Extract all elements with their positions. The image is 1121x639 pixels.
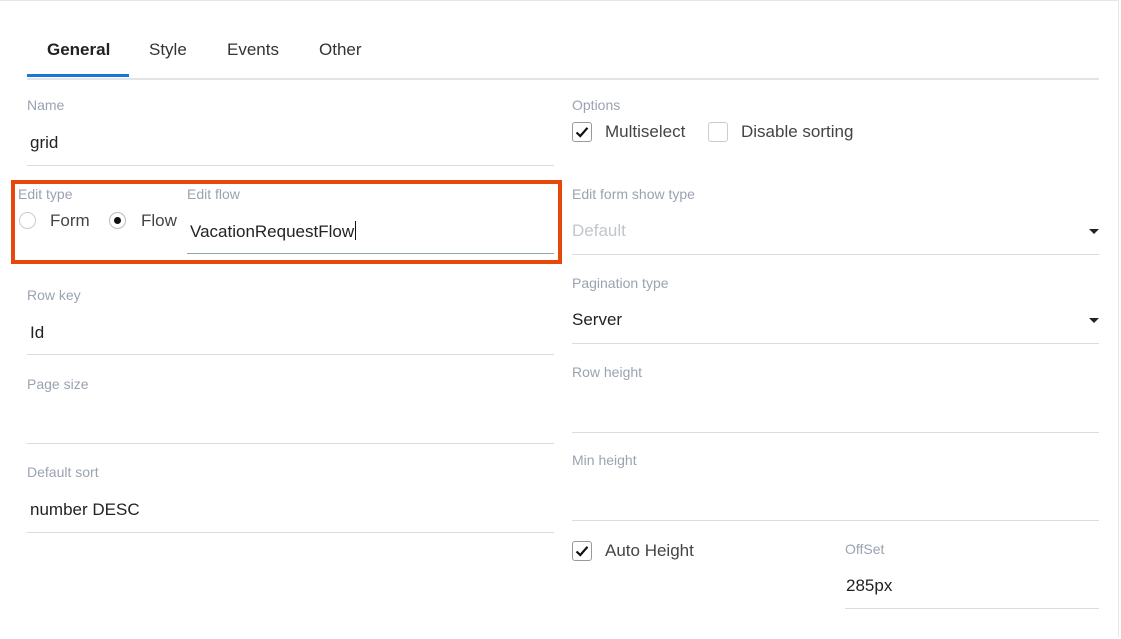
row-key-underline (27, 354, 554, 355)
edit-flow-input[interactable]: VacationRequestFlow (190, 221, 357, 242)
row-height-underline (572, 432, 1099, 433)
pagination-type-underline (572, 343, 1099, 344)
row-key-input[interactable]: Id (30, 323, 44, 343)
options-label: Options (572, 97, 621, 113)
offset-underline (845, 608, 1099, 609)
auto-height-label[interactable]: Auto Height (605, 541, 694, 561)
offset-input[interactable]: 285px (846, 576, 892, 596)
edit-form-show-type-label: Edit form show type (572, 186, 695, 202)
default-sort-label: Default sort (27, 464, 99, 480)
radio-form[interactable] (19, 212, 36, 229)
tab-events[interactable]: Events (227, 40, 279, 60)
edit-flow-underline (187, 253, 554, 254)
radio-form-label[interactable]: Form (50, 211, 90, 231)
multiselect-checkbox[interactable] (572, 122, 592, 142)
min-height-underline (572, 520, 1099, 521)
disable-sorting-label[interactable]: Disable sorting (741, 122, 853, 142)
tab-other[interactable]: Other (319, 40, 362, 60)
active-tab-indicator (27, 74, 129, 77)
chevron-down-icon[interactable] (1089, 229, 1099, 234)
name-underline (27, 165, 554, 166)
default-sort-underline (27, 532, 554, 533)
auto-height-checkbox[interactable] (572, 541, 592, 561)
name-label: Name (27, 97, 65, 113)
tab-style[interactable]: Style (149, 40, 187, 60)
edit-flow-label: Edit flow (187, 186, 240, 202)
row-height-label: Row height (572, 364, 643, 380)
properties-panel (0, 0, 1119, 637)
default-sort-input[interactable]: number DESC (30, 500, 140, 520)
radio-flow-label[interactable]: Flow (141, 211, 177, 231)
checkmark-icon (575, 127, 589, 138)
row-key-label: Row key (27, 287, 81, 303)
tab-general[interactable]: General (47, 40, 110, 60)
page-size-label: Page size (27, 376, 89, 392)
page-size-underline (27, 443, 554, 444)
chevron-down-icon[interactable] (1089, 318, 1099, 323)
checkmark-icon (575, 546, 589, 557)
radio-flow[interactable] (109, 212, 126, 229)
disable-sorting-checkbox[interactable] (708, 122, 728, 142)
edit-form-show-type-select[interactable]: Default (572, 221, 626, 241)
pagination-type-label: Pagination type (572, 275, 669, 291)
edit-flow-value: VacationRequestFlow (190, 222, 355, 241)
tab-bar: General Style Events Other (27, 30, 1099, 80)
edit-form-show-type-underline (572, 254, 1099, 255)
name-input[interactable]: grid (30, 133, 58, 153)
min-height-label: Min height (572, 452, 637, 468)
multiselect-label[interactable]: Multiselect (605, 122, 685, 142)
text-cursor (355, 221, 357, 240)
edit-type-label: Edit type (18, 186, 73, 202)
offset-label: OffSet (845, 541, 885, 557)
pagination-type-select[interactable]: Server (572, 310, 622, 330)
